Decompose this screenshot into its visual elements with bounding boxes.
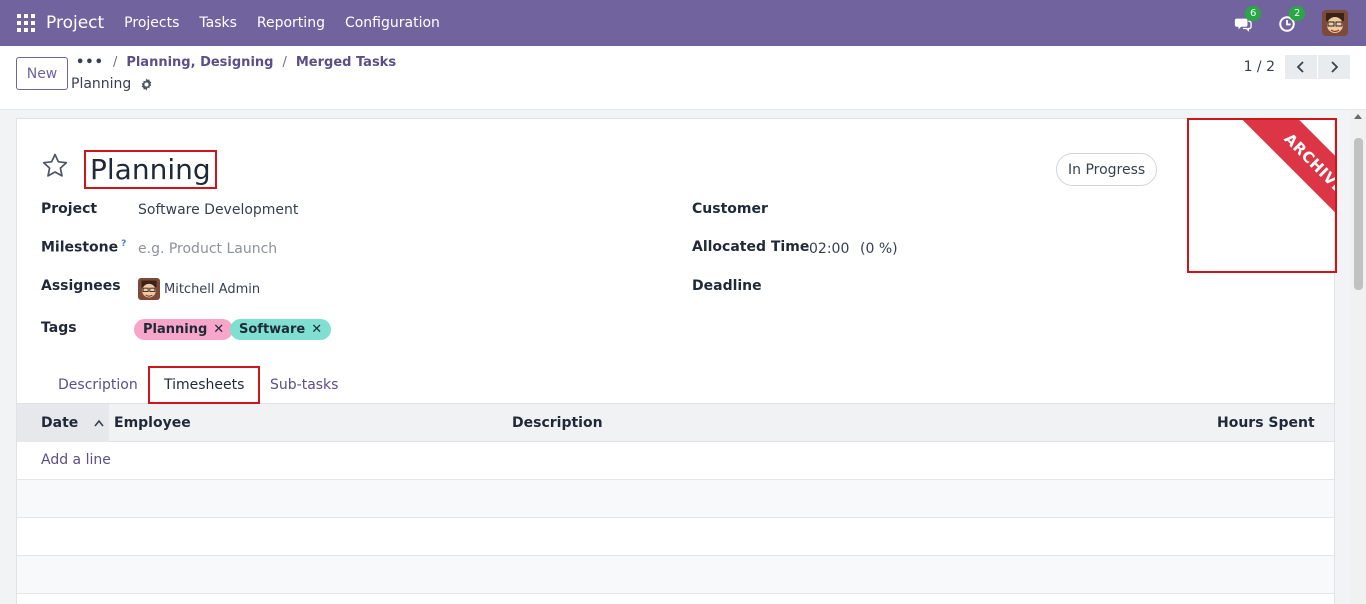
list-item xyxy=(17,556,1334,594)
tab-timesheets[interactable]: Timesheets xyxy=(148,366,261,404)
menu-projects[interactable]: Projects xyxy=(124,15,179,31)
chevron-left-icon xyxy=(1296,61,1304,73)
task-title[interactable]: Planning xyxy=(84,150,217,189)
column-hours-spent[interactable]: Hours Spent xyxy=(1217,404,1315,442)
top-navbar: Project Projects Tasks Reporting Configu… xyxy=(0,0,1366,46)
chevron-right-icon xyxy=(1331,61,1339,73)
avatar-face-icon xyxy=(1322,10,1348,36)
project-field[interactable]: Software Development xyxy=(138,202,298,218)
form-sheet: Planning In Progress ARCHIVED Project So… xyxy=(16,118,1337,604)
milestone-field[interactable]: e.g. Product Launch xyxy=(138,241,277,257)
tags-label: Tags xyxy=(41,320,77,336)
pager-value[interactable]: 1 / 2 xyxy=(1244,59,1275,75)
assignees-field[interactable]: Mitchell Admin xyxy=(138,278,260,300)
allocated-time-label: Allocated Time xyxy=(692,239,810,255)
project-label: Project xyxy=(41,201,98,217)
main-menu: Projects Tasks Reporting Configuration xyxy=(114,15,450,31)
apps-menu-icon[interactable] xyxy=(17,14,35,32)
add-line-link[interactable]: Add a line xyxy=(41,452,111,468)
tag-planning: Planning ✕ xyxy=(134,319,234,340)
status-button[interactable]: In Progress xyxy=(1056,153,1158,186)
tag-remove-icon[interactable]: ✕ xyxy=(311,322,322,337)
messages-badge: 6 xyxy=(1245,6,1262,21)
notebook-tabs: Description Timesheets Sub-tasks xyxy=(17,366,1334,404)
systray: 6 2 xyxy=(1234,6,1348,36)
tag-label: Planning xyxy=(143,322,208,337)
user-avatar[interactable] xyxy=(1322,10,1348,36)
customer-label: Customer xyxy=(692,201,768,217)
current-record-label: Planning xyxy=(71,76,132,92)
pager-previous-button[interactable] xyxy=(1285,55,1317,79)
breadcrumb-merged-tasks[interactable]: Merged Tasks xyxy=(296,55,396,70)
scroll-up-icon[interactable] xyxy=(1354,114,1362,119)
timesheet-header: Date Employee Description Hours Spent xyxy=(17,404,1334,442)
ribbon-label: ARCHIVED xyxy=(1223,120,1335,264)
pager-next-button[interactable] xyxy=(1318,55,1350,79)
column-date[interactable]: Date xyxy=(17,404,109,442)
control-panel: New ••• / Planning, Designing / Merged T… xyxy=(0,46,1366,110)
deadline-label: Deadline xyxy=(692,278,762,294)
column-description[interactable]: Description xyxy=(512,404,603,442)
allocated-percentage: (0 %) xyxy=(860,241,898,257)
pager: 1 / 2 xyxy=(1244,55,1350,79)
list-item xyxy=(17,480,1334,518)
allocated-time-field[interactable]: 02:00 xyxy=(809,241,849,257)
breadcrumb-separator: / xyxy=(112,55,118,70)
messages-button[interactable]: 6 xyxy=(1234,6,1262,34)
tag-remove-icon[interactable]: ✕ xyxy=(213,322,224,337)
menu-reporting[interactable]: Reporting xyxy=(257,15,325,31)
help-icon[interactable]: ? xyxy=(121,239,126,249)
activities-button[interactable]: 2 xyxy=(1278,6,1306,34)
app-brand[interactable]: Project xyxy=(46,13,104,33)
tab-description[interactable]: Description xyxy=(58,366,138,404)
tab-sub-tasks[interactable]: Sub-tasks xyxy=(270,366,338,404)
activities-badge: 2 xyxy=(1289,6,1306,21)
menu-tasks[interactable]: Tasks xyxy=(199,15,237,31)
column-employee[interactable]: Employee xyxy=(114,404,191,442)
list-item xyxy=(17,518,1334,556)
current-record: Planning xyxy=(71,76,153,92)
milestone-label: Milestone? xyxy=(41,239,127,256)
new-button[interactable]: New xyxy=(16,57,68,90)
gear-icon[interactable] xyxy=(140,77,153,91)
breadcrumb-more[interactable]: ••• xyxy=(76,55,104,70)
archived-ribbon: ARCHIVED xyxy=(1187,118,1337,273)
tag-label: Software xyxy=(239,322,306,337)
sort-up-icon xyxy=(94,419,104,427)
breadcrumb-separator: / xyxy=(282,55,287,70)
tag-software: Software ✕ xyxy=(230,319,332,340)
scrollbar[interactable] xyxy=(1351,110,1366,604)
list-item: Add a line xyxy=(17,442,1334,480)
avatar xyxy=(138,278,160,300)
breadcrumb-planning-designing[interactable]: Planning, Designing xyxy=(126,55,273,70)
star-icon[interactable] xyxy=(41,152,69,180)
assignees-label: Assignees xyxy=(41,278,121,294)
assignee-name: Mitchell Admin xyxy=(164,282,261,297)
breadcrumb: ••• / Planning, Designing / Merged Tasks xyxy=(76,55,396,70)
menu-configuration[interactable]: Configuration xyxy=(345,15,440,31)
scroll-thumb[interactable] xyxy=(1354,138,1363,290)
